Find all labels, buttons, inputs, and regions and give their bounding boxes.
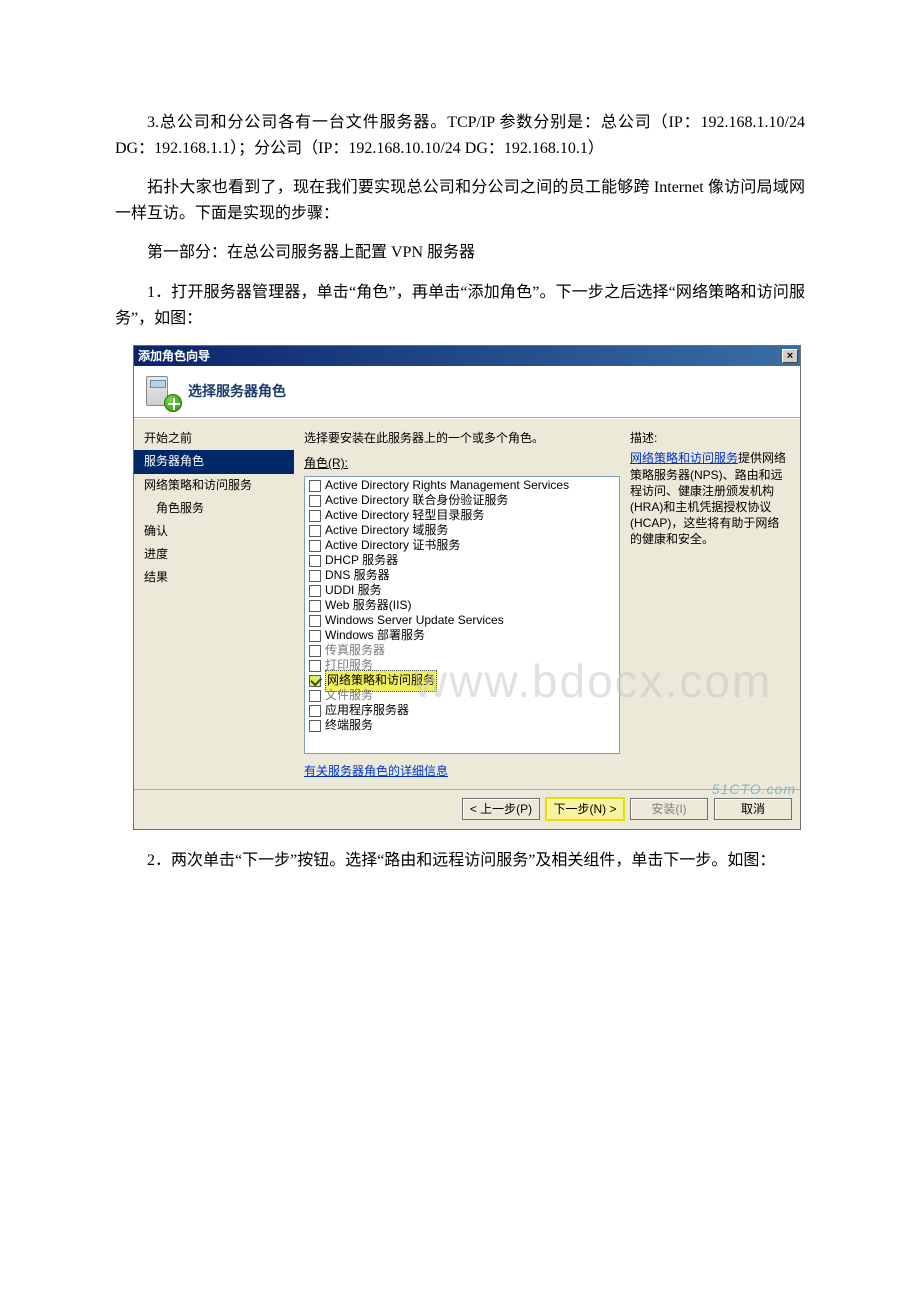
paragraph-5: 2．两次单击“下一步”按钮。选择“路由和远程访问服务”及相关组件，单击下一步。如… bbox=[115, 848, 805, 874]
checkbox-icon[interactable] bbox=[309, 540, 321, 552]
checkbox-checked-icon[interactable] bbox=[309, 675, 321, 687]
add-role-wizard-window: 添加角色向导 × 选择服务器角色 开始之前 服务器角色 网络策略和访问服务 角色… bbox=[133, 345, 801, 830]
sidebar-item-role-services[interactable]: 角色服务 bbox=[134, 497, 294, 520]
sidebar-item-confirm[interactable]: 确认 bbox=[134, 520, 294, 543]
checkbox-icon[interactable] bbox=[309, 480, 321, 492]
roles-listbox[interactable]: Active Directory Rights Management Servi… bbox=[304, 476, 620, 754]
cancel-button[interactable]: 取消 bbox=[714, 798, 792, 820]
checkbox-icon[interactable] bbox=[309, 585, 321, 597]
paragraph-2: 拓扑大家也看到了，现在我们要实现总公司和分公司之间的员工能够跨 Internet… bbox=[115, 175, 805, 226]
description-text: 网络策略和访问服务提供网络策略服务器(NPS)、路由和远程访问、健康注册颁发机构… bbox=[630, 450, 790, 547]
checkbox-icon[interactable] bbox=[309, 555, 321, 567]
wizard-header: 选择服务器角色 bbox=[134, 366, 800, 418]
checkbox-icon[interactable] bbox=[309, 600, 321, 612]
checkbox-icon[interactable] bbox=[309, 720, 321, 732]
description-link[interactable]: 网络策略和访问服务 bbox=[630, 451, 738, 465]
sidebar-item-progress[interactable]: 进度 bbox=[134, 543, 294, 566]
checkbox-icon[interactable] bbox=[309, 660, 321, 672]
roles-label: 角色(R): bbox=[304, 454, 620, 473]
wizard-content: 选择要安装在此服务器上的一个或多个角色。 角色(R): Active Direc… bbox=[294, 419, 800, 789]
sidebar-item-nap[interactable]: 网络策略和访问服务 bbox=[134, 474, 294, 497]
wizard-title: 添加角色向导 bbox=[138, 347, 210, 366]
sidebar-item-before[interactable]: 开始之前 bbox=[134, 427, 294, 450]
checkbox-icon[interactable] bbox=[309, 495, 321, 507]
role-item[interactable]: 终端服务 bbox=[309, 719, 615, 734]
wizard-body: 开始之前 服务器角色 网络策略和访问服务 角色服务 确认 进度 结果 选择要安装… bbox=[134, 418, 800, 789]
back-button[interactable]: < 上一步(P) bbox=[462, 798, 540, 820]
wizard-sidebar: 开始之前 服务器角色 网络策略和访问服务 角色服务 确认 进度 结果 bbox=[134, 419, 294, 789]
paragraph-4: 1．打开服务器管理器，单击“角色”，再单击“添加角色”。下一步之后选择“网络策略… bbox=[115, 280, 805, 331]
wizard-header-title: 选择服务器角色 bbox=[188, 380, 286, 402]
checkbox-icon[interactable] bbox=[309, 705, 321, 717]
server-add-icon bbox=[142, 374, 178, 410]
sidebar-item-server-roles[interactable]: 服务器角色 bbox=[134, 450, 294, 473]
more-info-link[interactable]: 有关服务器角色的详细信息 bbox=[304, 762, 620, 781]
checkbox-icon[interactable] bbox=[309, 645, 321, 657]
wizard-footer: 51CTO.com < 上一步(P) 下一步(N) > 安装(I) 取消 bbox=[134, 789, 800, 829]
description-label: 描述: bbox=[630, 429, 790, 448]
instruction-text: 选择要安装在此服务器上的一个或多个角色。 bbox=[304, 429, 620, 448]
checkbox-icon[interactable] bbox=[309, 525, 321, 537]
wizard-titlebar: 添加角色向导 × bbox=[134, 346, 800, 366]
checkbox-icon[interactable] bbox=[309, 510, 321, 522]
close-icon[interactable]: × bbox=[782, 349, 798, 363]
checkbox-icon[interactable] bbox=[309, 630, 321, 642]
checkbox-icon[interactable] bbox=[309, 615, 321, 627]
paragraph-3: 第一部分：在总公司服务器上配置 VPN 服务器 bbox=[115, 240, 805, 266]
install-button: 安装(I) bbox=[630, 798, 708, 820]
checkbox-icon[interactable] bbox=[309, 690, 321, 702]
sidebar-item-result[interactable]: 结果 bbox=[134, 566, 294, 589]
cto-watermark: 51CTO.com bbox=[712, 778, 796, 800]
paragraph-1: 3.总公司和分公司各有一台文件服务器。TCP/IP 参数分别是：总公司（IP：1… bbox=[115, 110, 805, 161]
next-button[interactable]: 下一步(N) > bbox=[546, 798, 624, 820]
checkbox-icon[interactable] bbox=[309, 570, 321, 582]
